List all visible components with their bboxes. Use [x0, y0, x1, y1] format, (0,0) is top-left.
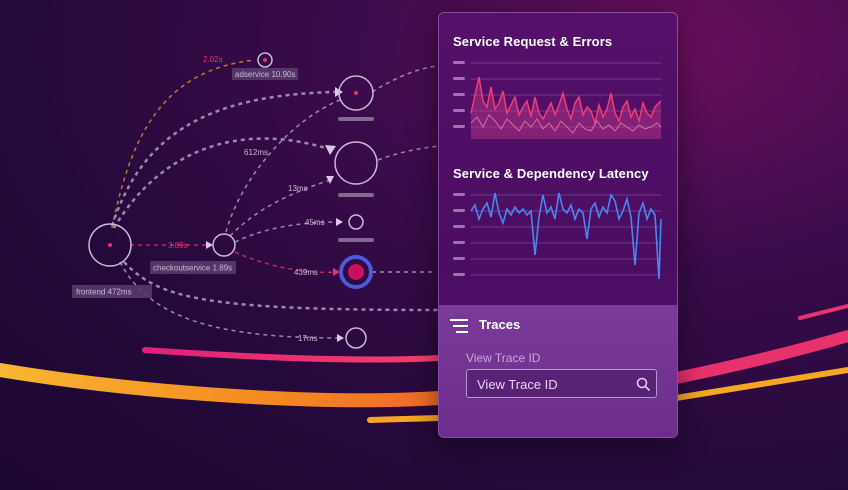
node-b-bar [338, 193, 374, 197]
traces-title: Traces [479, 317, 521, 332]
arrow-node-c [336, 218, 343, 226]
search-icon[interactable] [636, 377, 650, 391]
frontend-label: frontend 472ms [76, 288, 132, 297]
edge-label-439: 439ms [294, 268, 318, 277]
request-errors-title: Service Request & Errors [453, 34, 613, 49]
arrow-node-b [325, 145, 336, 155]
arrow-node-d [333, 268, 340, 276]
edge-label-13: 13ms [288, 184, 308, 193]
edge-node-a-panel [371, 65, 439, 93]
edge-checkout-node-a [225, 99, 341, 233]
orange-swoosh [0, 363, 447, 408]
trace-id-input[interactable]: View Trace ID [466, 369, 657, 398]
adservice-label: adservice 10.90s [235, 70, 295, 79]
node-frontend-dot [108, 243, 112, 247]
node-b [334, 141, 378, 185]
edge-frontend-node-a [110, 90, 336, 227]
node-c-bar [338, 238, 374, 242]
traces-section: Traces View Trace ID View Trace ID [439, 305, 677, 437]
arrow-node-b2 [326, 176, 334, 184]
edge-frontend-adservice [111, 59, 256, 229]
trace-id-label: View Trace ID [466, 351, 541, 365]
edge-node-b-panel [377, 145, 439, 161]
latency-title: Service & Dependency Latency [453, 166, 649, 181]
request-errors-sparkline [453, 61, 662, 139]
pink-swoosh-far [798, 304, 848, 320]
arrow-node-e [337, 334, 344, 342]
orange-swoosh-lower [367, 415, 443, 423]
node-e [345, 327, 367, 349]
trace-id-placeholder: View Trace ID [477, 377, 558, 392]
checkoutservice-label: checkoutservice 1.89s [153, 264, 232, 273]
service-map-canvas: frontend 472ms checkoutservice 1.89s ads… [0, 52, 848, 423]
list-icon [450, 319, 468, 333]
edge-label-612: 612ms [244, 148, 268, 157]
arrow-checkout [206, 241, 213, 249]
edge-label-checkout: 3.89s [168, 241, 188, 250]
edge-label-adservice: 2.02s [203, 55, 223, 64]
node-c [348, 214, 364, 230]
edge-label-45: 45ms [305, 218, 325, 227]
latency-line [470, 192, 662, 280]
node-a-bar [338, 117, 374, 121]
latency-sparkline [453, 192, 662, 280]
node-d-core [348, 264, 364, 280]
insights-panel: Service Request & Errors Service & Depen… [438, 12, 678, 438]
node-a-dot [354, 91, 358, 95]
edge-checkout-node-b [229, 179, 331, 237]
edge-label-17: 17ms [298, 334, 318, 343]
pink-swoosh [142, 347, 443, 363]
edge-checkout-node-d [234, 251, 339, 274]
node-adservice-dot [263, 58, 267, 62]
node-checkoutservice [212, 233, 236, 257]
